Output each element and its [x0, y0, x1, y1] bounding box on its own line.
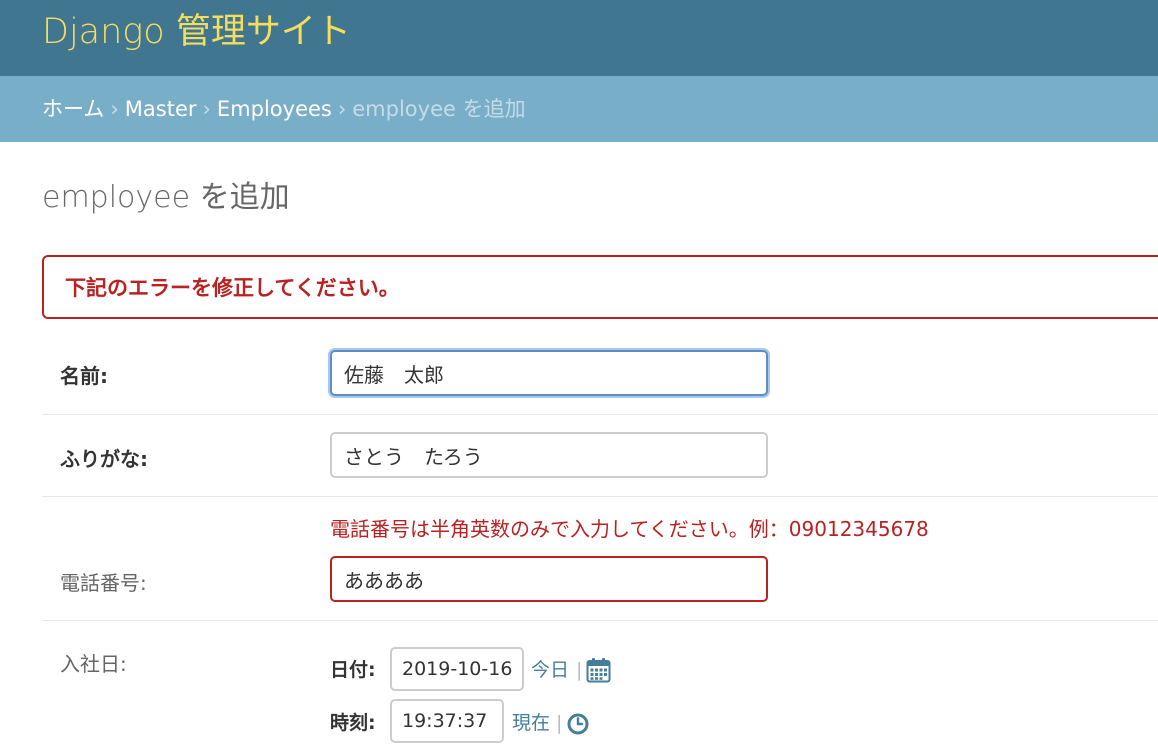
site-name[interactable]: Django 管理サイト: [42, 9, 351, 55]
time-input[interactable]: [390, 699, 504, 743]
row-divider: [42, 496, 1158, 497]
shortcut-separator: |: [576, 659, 583, 681]
date-label: 日付:: [330, 659, 376, 681]
phone-input[interactable]: [330, 556, 768, 602]
now-link[interactable]: 現在: [512, 709, 550, 737]
breadcrumb-separator: ›: [110, 97, 119, 121]
name-input[interactable]: [330, 350, 768, 396]
breadcrumb: ホーム › Master › Employees › employee を追加: [0, 76, 1158, 142]
furigana-label: ふりがな:: [60, 447, 148, 471]
breadcrumb-employees[interactable]: Employees: [217, 97, 332, 121]
breadcrumb-separator: ›: [202, 97, 211, 121]
row-divider: [42, 414, 1158, 415]
breadcrumb-master[interactable]: Master: [125, 97, 197, 121]
name-label: 名前:: [60, 364, 108, 388]
breadcrumb-home[interactable]: ホーム: [42, 97, 104, 121]
date-input[interactable]: [390, 647, 524, 691]
error-note-text: 下記のエラーを修正してください。: [65, 276, 400, 300]
error-note: 下記のエラーを修正してください。: [42, 255, 1158, 319]
phone-error-message: 電話番号は半角英数のみで入力してください。例：09012345678: [330, 517, 929, 541]
shortcut-separator: |: [556, 712, 563, 734]
clock-icon[interactable]: [567, 713, 589, 739]
hire-date-label: 入社日:: [60, 652, 127, 676]
header: Django 管理サイト: [0, 0, 1158, 76]
page-title: employee を追加: [42, 180, 290, 215]
breadcrumb-current: employee を追加: [352, 97, 526, 121]
breadcrumb-separator: ›: [337, 97, 347, 121]
row-divider: [42, 620, 1158, 621]
furigana-input[interactable]: [330, 432, 768, 478]
phone-label: 電話番号:: [60, 571, 147, 595]
today-link[interactable]: 今日: [531, 656, 569, 684]
calendar-icon[interactable]: [586, 657, 611, 687]
time-label: 時刻:: [330, 712, 376, 734]
